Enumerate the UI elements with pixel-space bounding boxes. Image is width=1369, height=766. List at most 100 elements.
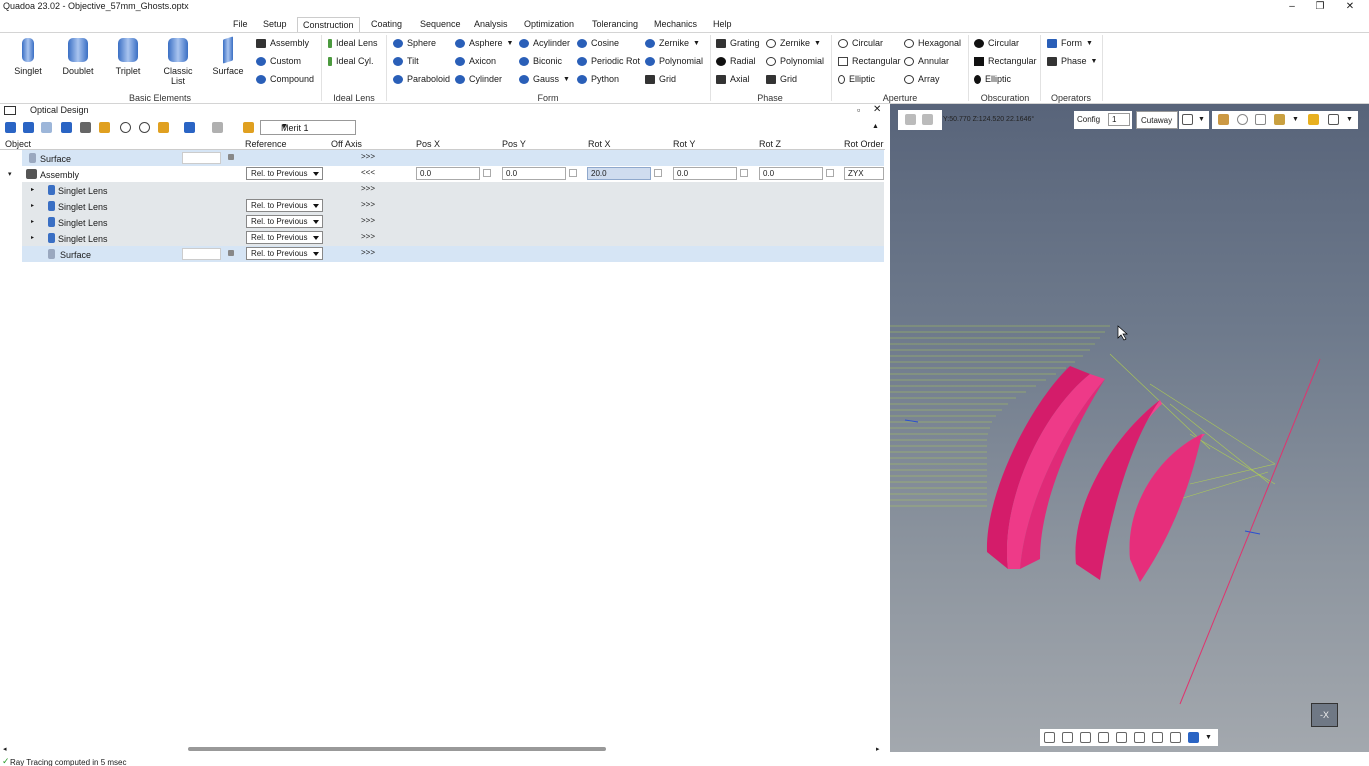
grating-button[interactable]: Grating [716, 36, 760, 50]
ideal-cyl-button[interactable]: Ideal Cyl. [328, 54, 374, 68]
form-operator-button[interactable]: Form ▼ [1047, 36, 1093, 50]
layout-icon[interactable] [1218, 114, 1229, 125]
chevron-down-icon[interactable]: ▼ [1205, 734, 1212, 741]
view-back-icon[interactable] [1080, 732, 1091, 743]
custom-button[interactable]: Custom [256, 54, 301, 68]
chevron-down-icon[interactable]: ▼ [814, 40, 821, 47]
view-axis-indicator[interactable]: -X [1311, 703, 1338, 727]
config-spinner[interactable]: 1 [1108, 113, 1130, 126]
table-row[interactable]: ▸ Singlet Lens Rel. to Previous >>> [0, 214, 884, 230]
menu-coating[interactable]: Coating [366, 17, 407, 32]
table-row[interactable]: ▾ Assembly Rel. to Previous <<< 0.0 0.0 … [0, 166, 884, 182]
view-bottom-icon[interactable] [1152, 732, 1163, 743]
array-button[interactable]: Array [904, 72, 940, 86]
scrollbar-thumb[interactable] [188, 747, 606, 751]
restore-icon[interactable]: ❐ [1311, 0, 1329, 14]
element-view-icon[interactable] [41, 122, 52, 133]
menu-mechanics[interactable]: Mechanics [649, 17, 702, 32]
obscuration-circular-button[interactable]: Circular [974, 36, 1019, 50]
obscuration-elliptic-button[interactable]: Elliptic [974, 72, 1011, 86]
copy-icon[interactable] [99, 122, 110, 133]
table-row[interactable]: Surface Rel. to Previous >>> [0, 246, 884, 262]
axial-button[interactable]: Axial [716, 72, 750, 86]
expand-icon[interactable]: ▸ [31, 202, 34, 209]
pan-icon[interactable] [905, 114, 916, 125]
move-up-icon[interactable] [5, 122, 16, 133]
python-button[interactable]: Python [577, 72, 619, 86]
tilt-button[interactable]: Tilt [393, 54, 419, 68]
lock-icon[interactable] [228, 154, 234, 160]
maximize-panel-icon[interactable]: ▫ [857, 105, 860, 115]
annular-button[interactable]: Annular [904, 54, 949, 68]
surface-value-field[interactable] [182, 248, 221, 260]
aperture-circular-button[interactable]: Circular [838, 36, 883, 50]
rot-order-field[interactable]: ZYX [844, 167, 884, 180]
hexagonal-button[interactable]: Hexagonal [904, 36, 961, 50]
singlet-button[interactable]: Singlet [6, 35, 50, 76]
view-iso-icon[interactable] [1170, 732, 1181, 743]
rot-x-solve-icon[interactable] [654, 169, 662, 177]
camera-icon[interactable] [1188, 732, 1199, 743]
surface-value-field[interactable] [182, 152, 221, 164]
rot-y-solve-icon[interactable] [740, 169, 748, 177]
menu-help[interactable]: Help [708, 17, 737, 32]
triplet-button[interactable]: Triplet [106, 35, 150, 76]
close-panel-icon[interactable]: ✕ [873, 104, 881, 115]
asphere-button[interactable]: Asphere ▼ [455, 36, 513, 50]
surface-button[interactable]: Surface [206, 35, 250, 76]
highlight-icon[interactable] [243, 122, 254, 133]
view-front-icon[interactable] [1062, 732, 1073, 743]
rot-y-field[interactable]: 0.0 [673, 167, 737, 180]
expand-icon[interactable]: ▸ [31, 218, 34, 225]
aperture-elliptic-button[interactable]: Elliptic [838, 72, 875, 86]
phase-operator-button[interactable]: Phase ▼ [1047, 54, 1097, 68]
horizontal-scrollbar[interactable]: ◂ ▸ [0, 744, 885, 754]
chevron-down-icon[interactable]: ▼ [1346, 116, 1353, 123]
chevron-down-icon[interactable]: ▼ [563, 76, 570, 83]
ghost-icon[interactable] [212, 122, 223, 133]
off-axis-toggle[interactable]: >>> [361, 248, 375, 257]
axicon-button[interactable]: Axicon [455, 54, 496, 68]
reference-select[interactable]: Rel. to Previous [246, 167, 323, 180]
reset-icon[interactable] [139, 122, 150, 133]
menu-analysis[interactable]: Analysis [469, 17, 513, 32]
solve-icon[interactable] [184, 122, 195, 133]
off-axis-toggle[interactable]: >>> [361, 152, 375, 161]
menu-setup[interactable]: Setup [258, 17, 292, 32]
menu-tolerancing[interactable]: Tolerancing [587, 17, 643, 32]
ideal-lens-button[interactable]: Ideal Lens [328, 36, 378, 50]
grid-form-button[interactable]: Grid [645, 72, 676, 86]
chevron-down-icon[interactable]: ▼ [1091, 58, 1098, 65]
doublet-button[interactable]: Doublet [56, 35, 100, 76]
table-row[interactable]: ▸ ▸ Singlet Lens >>> [0, 182, 884, 198]
zernike-phase-button[interactable]: Zernike ▼ [766, 36, 821, 50]
chevron-down-icon[interactable]: ▼ [1086, 40, 1093, 47]
reference-select[interactable]: Rel. to Previous [246, 231, 323, 244]
chevron-down-icon[interactable]: ▼ [1292, 116, 1299, 123]
classic-list-button[interactable]: Classic List [156, 35, 200, 86]
view-mode-select[interactable]: Cutaway [1136, 111, 1178, 129]
pos-x-field[interactable]: 0.0 [416, 167, 480, 180]
sphere-button[interactable]: Sphere [393, 36, 436, 50]
3d-viewport[interactable] [890, 104, 1369, 752]
table-row[interactable]: ▸ Singlet Lens Rel. to Previous >>> [0, 230, 884, 246]
off-axis-toggle[interactable]: >>> [361, 232, 375, 241]
cut-icon[interactable] [80, 122, 91, 133]
cosine-button[interactable]: Cosine [577, 36, 619, 50]
rot-z-solve-icon[interactable] [826, 169, 834, 177]
chevron-down-icon[interactable]: ▼ [1198, 116, 1205, 123]
expand-icon[interactable]: ▸ [31, 186, 34, 193]
paraboloid-button[interactable]: Paraboloid [393, 72, 450, 86]
merit-function-select[interactable]: Merit 1 ▼ [260, 120, 356, 135]
expand-icon[interactable]: ▸ [31, 234, 34, 241]
plot-icon[interactable] [1255, 114, 1266, 125]
off-axis-toggle[interactable]: >>> [361, 216, 375, 225]
menu-file[interactable]: File [228, 17, 253, 32]
cylinder-button[interactable]: Cylinder [455, 72, 502, 86]
move-down-icon[interactable] [23, 122, 34, 133]
align-icon[interactable] [158, 122, 169, 133]
rot-x-field[interactable]: 20.0 [587, 167, 651, 180]
render-icon[interactable] [1182, 114, 1193, 125]
pos-x-solve-icon[interactable] [483, 169, 491, 177]
obscuration-rectangular-button[interactable]: Rectangular [974, 54, 1037, 68]
